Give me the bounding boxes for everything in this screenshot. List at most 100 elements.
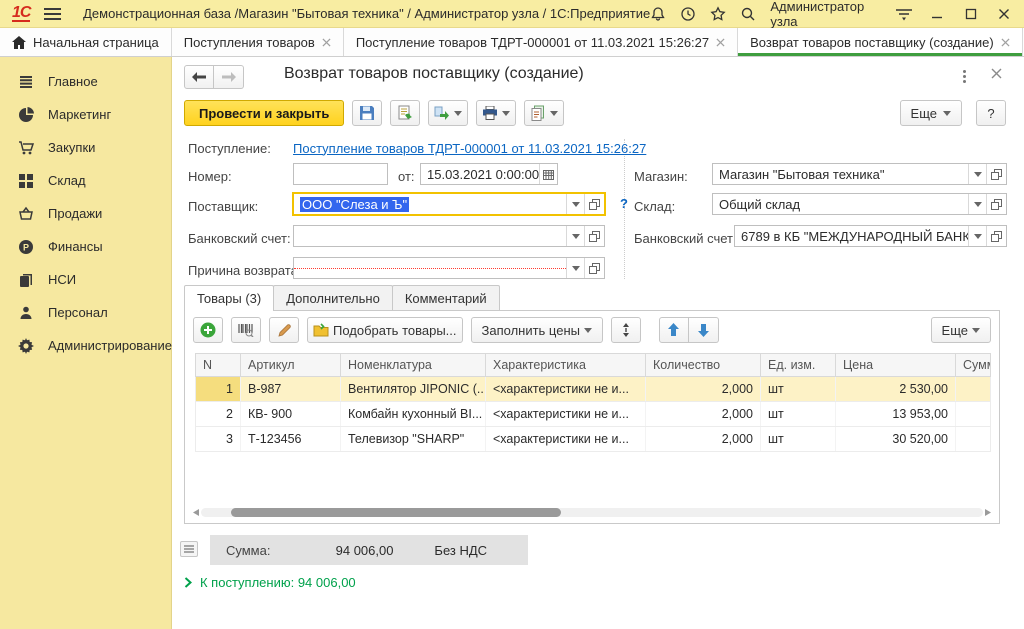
totals-settings-button[interactable] bbox=[180, 541, 198, 557]
back-button[interactable] bbox=[184, 65, 214, 89]
tab-goods-receipts-list[interactable]: Поступления товаров bbox=[172, 28, 344, 56]
receipt-label: Поступление: bbox=[188, 141, 271, 156]
forward-button[interactable] bbox=[214, 65, 244, 89]
col-sum[interactable]: Сумма bbox=[956, 354, 990, 376]
dropdown-caret-icon bbox=[454, 111, 462, 116]
open-button[interactable] bbox=[584, 258, 604, 278]
sidebar-item-warehouse[interactable]: Склад bbox=[0, 164, 171, 197]
add-row-button[interactable] bbox=[193, 317, 223, 343]
supplier-combobox[interactable]: ООО "Слеза и Ъ" bbox=[293, 193, 605, 215]
dropdown-button[interactable] bbox=[566, 258, 584, 278]
open-button[interactable] bbox=[986, 194, 1006, 214]
dropdown-button[interactable] bbox=[968, 194, 986, 214]
service-menu-icon[interactable] bbox=[895, 5, 913, 23]
table-row[interactable]: 2 КВ- 900 Комбайн кухонный BI... <характ… bbox=[195, 402, 991, 427]
post-document-icon bbox=[397, 105, 413, 121]
sidebar-item-administration[interactable]: Администрирование bbox=[0, 329, 171, 362]
tab-close-icon[interactable] bbox=[322, 38, 331, 47]
calendar-button[interactable] bbox=[539, 164, 557, 184]
number-input[interactable] bbox=[293, 163, 388, 185]
dropdown-button[interactable] bbox=[968, 164, 986, 184]
row-height-toggle-button[interactable] bbox=[611, 317, 641, 343]
col-article[interactable]: Артикул bbox=[241, 354, 341, 376]
dropdown-button[interactable] bbox=[566, 194, 584, 214]
bank-account2-combobox[interactable]: 6789 в КБ "МЕЖДУНАРОДНЫЙ БАНК РА bbox=[734, 225, 1007, 247]
warehouse-combobox[interactable]: Общий склад bbox=[712, 193, 1007, 215]
tab-close-icon[interactable] bbox=[716, 38, 725, 47]
maximize-button[interactable] bbox=[961, 5, 981, 23]
sidebar-item-finance[interactable]: Р Финансы bbox=[0, 230, 171, 263]
goods-table-panel: Подобрать товары... Заполнить цены bbox=[184, 310, 1000, 524]
pick-goods-button[interactable]: Подобрать товары... bbox=[307, 317, 463, 343]
fill-prices-button[interactable]: Заполнить цены bbox=[471, 317, 603, 343]
tab-goods-receipt-document[interactable]: Поступление товаров ТДРТ-000001 от 11.03… bbox=[344, 28, 738, 56]
post-and-close-button[interactable]: Провести и закрыть bbox=[184, 100, 344, 126]
main-menu-button[interactable] bbox=[44, 8, 61, 20]
table-row[interactable]: 3 Т-123456 Телевизор "SHARP" <характерис… bbox=[195, 427, 991, 452]
barcode-scan-button[interactable] bbox=[231, 317, 261, 343]
col-quantity[interactable]: Количество bbox=[646, 354, 761, 376]
print-button[interactable] bbox=[476, 100, 516, 126]
col-nomenclature[interactable]: Номенклатура bbox=[341, 354, 486, 376]
reports-button[interactable] bbox=[524, 100, 564, 126]
grid-icon bbox=[18, 173, 34, 189]
tab-close-icon[interactable] bbox=[1001, 38, 1010, 47]
open-button[interactable] bbox=[986, 164, 1006, 184]
add-icon bbox=[200, 322, 216, 338]
col-price[interactable]: Цена bbox=[836, 354, 956, 376]
search-icon[interactable] bbox=[740, 5, 756, 23]
dropdown-button[interactable] bbox=[968, 226, 986, 246]
tab-home[interactable]: Начальная страница bbox=[0, 28, 172, 56]
sidebar-item-main[interactable]: Главное bbox=[0, 65, 171, 98]
col-n[interactable]: N bbox=[196, 354, 241, 376]
tab-additional[interactable]: Дополнительно bbox=[273, 285, 393, 310]
open-button[interactable] bbox=[584, 194, 604, 214]
history-clock-icon[interactable] bbox=[680, 5, 696, 23]
receipt-link[interactable]: Поступление товаров ТДРТ-000001 от 11.03… bbox=[293, 141, 646, 156]
move-row-up-button[interactable] bbox=[659, 317, 689, 343]
table-row[interactable]: 1 B-987 Вентилятор JIPONIC (... <характе… bbox=[195, 377, 991, 402]
open-button[interactable] bbox=[986, 226, 1006, 246]
scroll-right-icon[interactable] bbox=[983, 507, 993, 518]
edit-row-button[interactable] bbox=[269, 317, 299, 343]
sidebar-item-nsi[interactable]: НСИ bbox=[0, 263, 171, 296]
notifications-bell-icon[interactable] bbox=[650, 5, 666, 23]
dropdown-button[interactable] bbox=[566, 226, 584, 246]
sidebar-item-personnel[interactable]: Персонал bbox=[0, 296, 171, 329]
move-row-down-button[interactable] bbox=[689, 317, 719, 343]
favorites-star-icon[interactable] bbox=[710, 5, 726, 23]
form-close-icon[interactable] bbox=[991, 67, 1002, 82]
col-characteristic[interactable]: Характеристика bbox=[486, 354, 646, 376]
tab-comment[interactable]: Комментарий bbox=[392, 285, 500, 310]
current-user[interactable]: Администратор узла bbox=[770, 0, 881, 29]
scroll-left-icon[interactable] bbox=[191, 507, 201, 518]
dropdown-caret-icon bbox=[943, 111, 951, 116]
post-document-button[interactable] bbox=[390, 100, 420, 126]
sidebar-item-marketing[interactable]: Маркетинг bbox=[0, 98, 171, 131]
minimize-button[interactable] bbox=[927, 5, 947, 23]
table-more-button[interactable]: Еще bbox=[931, 317, 991, 343]
date-input[interactable]: 15.03.2021 0:00:00 bbox=[420, 163, 558, 185]
save-button[interactable] bbox=[352, 100, 382, 126]
sidebar-item-sales[interactable]: Продажи bbox=[0, 197, 171, 230]
supplier-help-link[interactable]: ? bbox=[620, 196, 628, 211]
open-button[interactable] bbox=[584, 226, 604, 246]
open-windows-tabbar: Начальная страница Поступления товаров П… bbox=[0, 28, 1024, 57]
store-combobox[interactable]: Магазин "Бытовая техника" bbox=[712, 163, 1007, 185]
close-button[interactable] bbox=[994, 5, 1014, 23]
sidebar-item-purchases[interactable]: Закупки bbox=[0, 131, 171, 164]
tab-goods[interactable]: Товары (3) bbox=[184, 285, 274, 311]
more-button[interactable]: Еще bbox=[900, 100, 962, 126]
window-menu-kebab-icon[interactable] bbox=[956, 67, 972, 85]
scrollbar-thumb[interactable] bbox=[231, 508, 561, 517]
horizontal-scrollbar[interactable] bbox=[191, 507, 993, 518]
dropdown-caret-icon bbox=[550, 111, 558, 116]
bank-account-combobox[interactable] bbox=[293, 225, 605, 247]
pencil-icon bbox=[277, 323, 292, 338]
tab-return-to-supplier[interactable]: Возврат товаров поставщику (создание) bbox=[738, 28, 1023, 56]
help-button[interactable]: ? bbox=[976, 100, 1006, 126]
to-receipt-link[interactable]: К поступлению: 94 006,00 bbox=[184, 575, 356, 590]
return-reason-combobox[interactable] bbox=[293, 257, 605, 279]
create-based-on-button[interactable] bbox=[428, 100, 468, 126]
col-unit[interactable]: Ед. изм. bbox=[761, 354, 836, 376]
